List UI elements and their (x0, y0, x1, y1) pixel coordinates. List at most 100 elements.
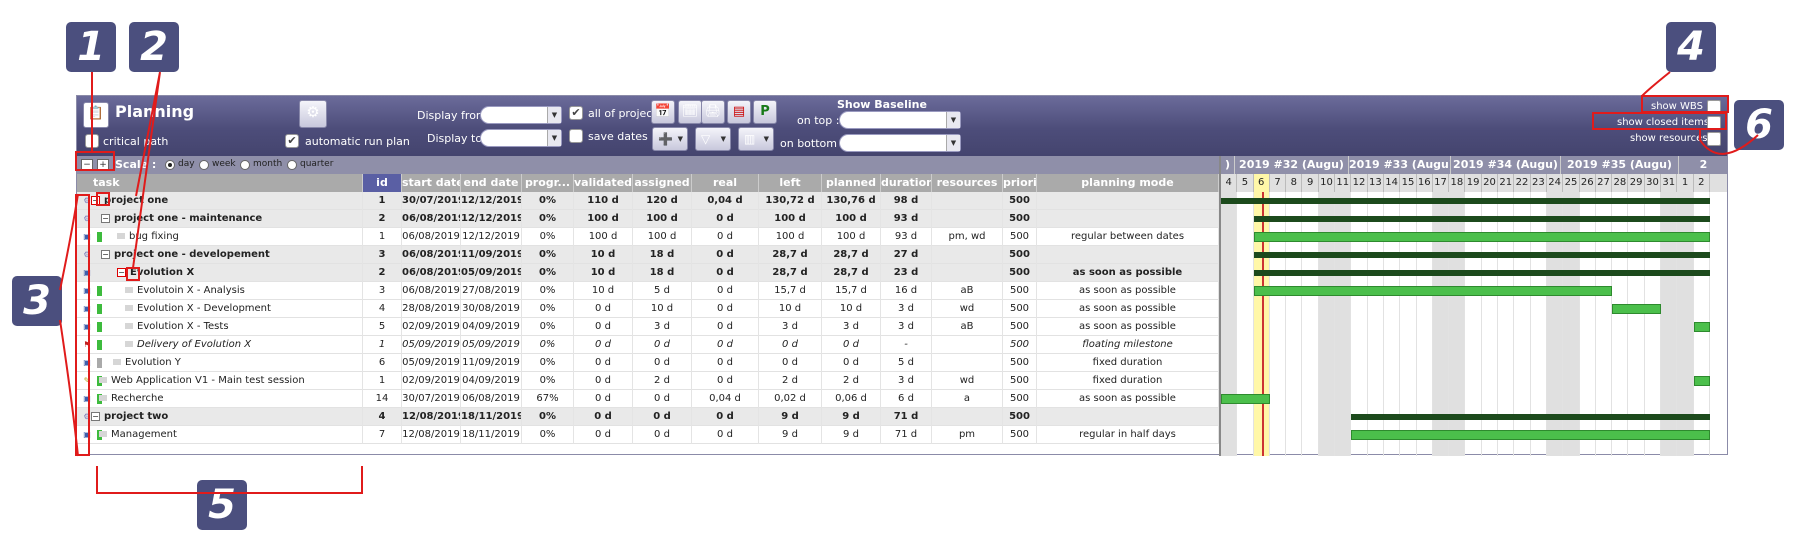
table-row[interactable]: ⚙ − project one - maintenance 2 06/08/2019 12… (77, 210, 1219, 228)
table-row[interactable]: ✎ Web Application V1 - Main test session 1… (77, 372, 1219, 390)
gantt-task-bar[interactable] (1693, 376, 1710, 386)
baseline-top-select[interactable]: ▼ (839, 111, 961, 129)
collapse-toggle[interactable]: − (117, 267, 126, 277)
scale-day-radio[interactable] (165, 160, 175, 170)
cell-name: − project one (77, 192, 363, 210)
columns-button[interactable]: ▥ ▼ (738, 127, 774, 151)
column-header-startdate[interactable]: start date (402, 174, 461, 192)
column-header-resources[interactable]: resources (932, 174, 1003, 192)
cell-priority: 500 (1003, 300, 1037, 318)
gantt-summary-bar[interactable] (1253, 252, 1710, 258)
new-item-button[interactable]: ➕ ▼ (652, 127, 688, 151)
column-header-priority[interactable]: priority (1003, 174, 1037, 192)
scale-quarter-radio[interactable] (287, 160, 297, 170)
cell-validated: 0 d (574, 354, 633, 372)
auto-run-checkbox[interactable]: ✔ (285, 134, 299, 148)
chevron-down-icon[interactable]: ▼ (946, 135, 960, 151)
chevron-down-icon[interactable]: ▼ (547, 107, 561, 123)
collapse-toggle[interactable]: − (101, 213, 110, 223)
column-header-real[interactable]: real (692, 174, 759, 192)
display-from-field[interactable]: ▼ (480, 106, 562, 124)
display-to-field[interactable]: ▼ (480, 129, 562, 147)
cell-validated: 0 d (574, 372, 633, 390)
gantt-summary-bar[interactable] (1351, 414, 1710, 420)
all-of-project-checkbox[interactable]: ✔ (569, 106, 583, 120)
table-row[interactable]: ▣ Evolution Y 6 05/09/2019 11/09/2019 0% 0 d0 … (77, 354, 1219, 372)
table-row[interactable]: ▣ Evolution X - Tests 5 02/09/2019 04/09/201… (77, 318, 1219, 336)
chevron-down-icon[interactable]: ▼ (547, 130, 561, 146)
cell-assigned: 100 d (633, 228, 692, 246)
calendar-icon[interactable]: 📅 (651, 100, 675, 124)
cell-end: 27/08/2019 (461, 282, 522, 300)
run-plan-button[interactable]: ⚙ (299, 100, 327, 128)
gantt-task-bar[interactable] (1221, 394, 1270, 404)
print-icon[interactable]: 🖨 (701, 100, 725, 124)
table-row[interactable]: ⚙ − project one - developement 3 06/08/2019 1… (77, 246, 1219, 264)
cell-id: 3 (363, 246, 402, 264)
column-header-assigned[interactable]: assigned (633, 174, 692, 192)
collapse-toggle[interactable]: − (91, 411, 100, 421)
cell-resources (932, 210, 1003, 228)
cell-id: 6 (363, 354, 402, 372)
collapse-toggle[interactable]: − (101, 249, 110, 259)
cell-mode: as soon as possible (1037, 300, 1219, 318)
table-row[interactable]: ⚑ Delivery of Evolution X 1 05/09/2019 05/09… (77, 336, 1219, 354)
pdf-icon[interactable]: ▤ (727, 100, 751, 124)
task-name: Evolution X - Development (137, 303, 271, 314)
day-header: 11 (1335, 174, 1352, 192)
export-icon[interactable]: 🗓 (678, 100, 702, 124)
critical-path-checkbox[interactable] (85, 134, 99, 148)
milestone-icon (125, 341, 133, 347)
gantt-task-bar[interactable] (1253, 232, 1710, 242)
cell-real: 0 d (692, 246, 759, 264)
column-header-progr[interactable]: progr... (522, 174, 574, 192)
day-header: 2 (1694, 174, 1710, 192)
task-name: Evolution X - Tests (137, 321, 229, 332)
cell-end: 04/09/2019 (461, 372, 522, 390)
scale-week-radio[interactable] (199, 160, 209, 170)
show-resources-checkbox[interactable] (1707, 132, 1721, 146)
gantt-task-bar[interactable] (1693, 322, 1710, 332)
column-header-planningmode[interactable]: planning mode (1037, 174, 1219, 192)
scale-month-radio[interactable] (240, 160, 250, 170)
gantt-summary-bar[interactable] (1253, 270, 1710, 276)
cell-resources: wd (932, 300, 1003, 318)
cell-assigned: 100 d (633, 210, 692, 228)
column-header-duration[interactable]: duration (881, 174, 932, 192)
gantt-task-bar[interactable] (1612, 304, 1662, 314)
table-row[interactable]: ▣ Recherche 14 30/07/2019 06/08/2019 67% 0 d0 … (77, 390, 1219, 408)
day-header: 28 (1612, 174, 1629, 192)
annotation-badge-4: 4 (1666, 22, 1716, 72)
table-row[interactable]: ▣ Evolutoin X - Analysis 3 06/08/2019 27/08/… (77, 282, 1219, 300)
day-header: 18 (1449, 174, 1466, 192)
cell-real: 0 d (692, 354, 759, 372)
table-row[interactable]: ⚙ − project two 4 12/08/2019 18/11/2019 0% 0 d0… (77, 408, 1219, 426)
cell-assigned: 5 d (633, 282, 692, 300)
column-header-planned[interactable]: planned (822, 174, 881, 192)
column-header-enddate[interactable]: end date (461, 174, 522, 192)
column-header-task[interactable]: task (77, 174, 363, 192)
project-export-icon[interactable]: P (753, 100, 777, 124)
table-row[interactable]: ▣ − Evolution X 2 06/08/2019 05/09/2019 0% 10 d… (77, 264, 1219, 282)
task-icon (117, 233, 125, 239)
column-header-left[interactable]: left (759, 174, 822, 192)
table-row[interactable]: ▣ Management 7 12/08/2019 18/11/2019 0% 0 d0 d… (77, 426, 1219, 444)
table-row[interactable]: ▣ Evolution X - Development 4 28/08/2019 30/… (77, 300, 1219, 318)
cell-id: 4 (363, 408, 402, 426)
baseline-bottom-select[interactable]: ▼ (839, 134, 961, 152)
gantt-summary-bar[interactable] (1221, 198, 1710, 204)
filter-button[interactable]: ▽ ▼ (695, 127, 731, 151)
table-row[interactable]: ▣ bug fixing 1 06/08/2019 12/12/2019 0% 100 d1… (77, 228, 1219, 246)
save-dates-checkbox[interactable] (569, 129, 583, 143)
cell-name: − project two (77, 408, 363, 426)
column-header-validated[interactable]: validated (574, 174, 633, 192)
gantt-task-bar[interactable] (1253, 286, 1613, 296)
cell-duration: 6 d (881, 390, 932, 408)
cell-validated: 0 d (574, 426, 633, 444)
display-to-label: Display to (427, 132, 483, 145)
column-header-id[interactable]: id (363, 174, 402, 192)
table-row[interactable]: ⚙ − project one 1 30/07/2019 12/12/2019 0% 110 … (77, 192, 1219, 210)
chevron-down-icon[interactable]: ▼ (946, 112, 960, 128)
gantt-summary-bar[interactable] (1253, 216, 1710, 222)
gantt-task-bar[interactable] (1351, 430, 1710, 440)
